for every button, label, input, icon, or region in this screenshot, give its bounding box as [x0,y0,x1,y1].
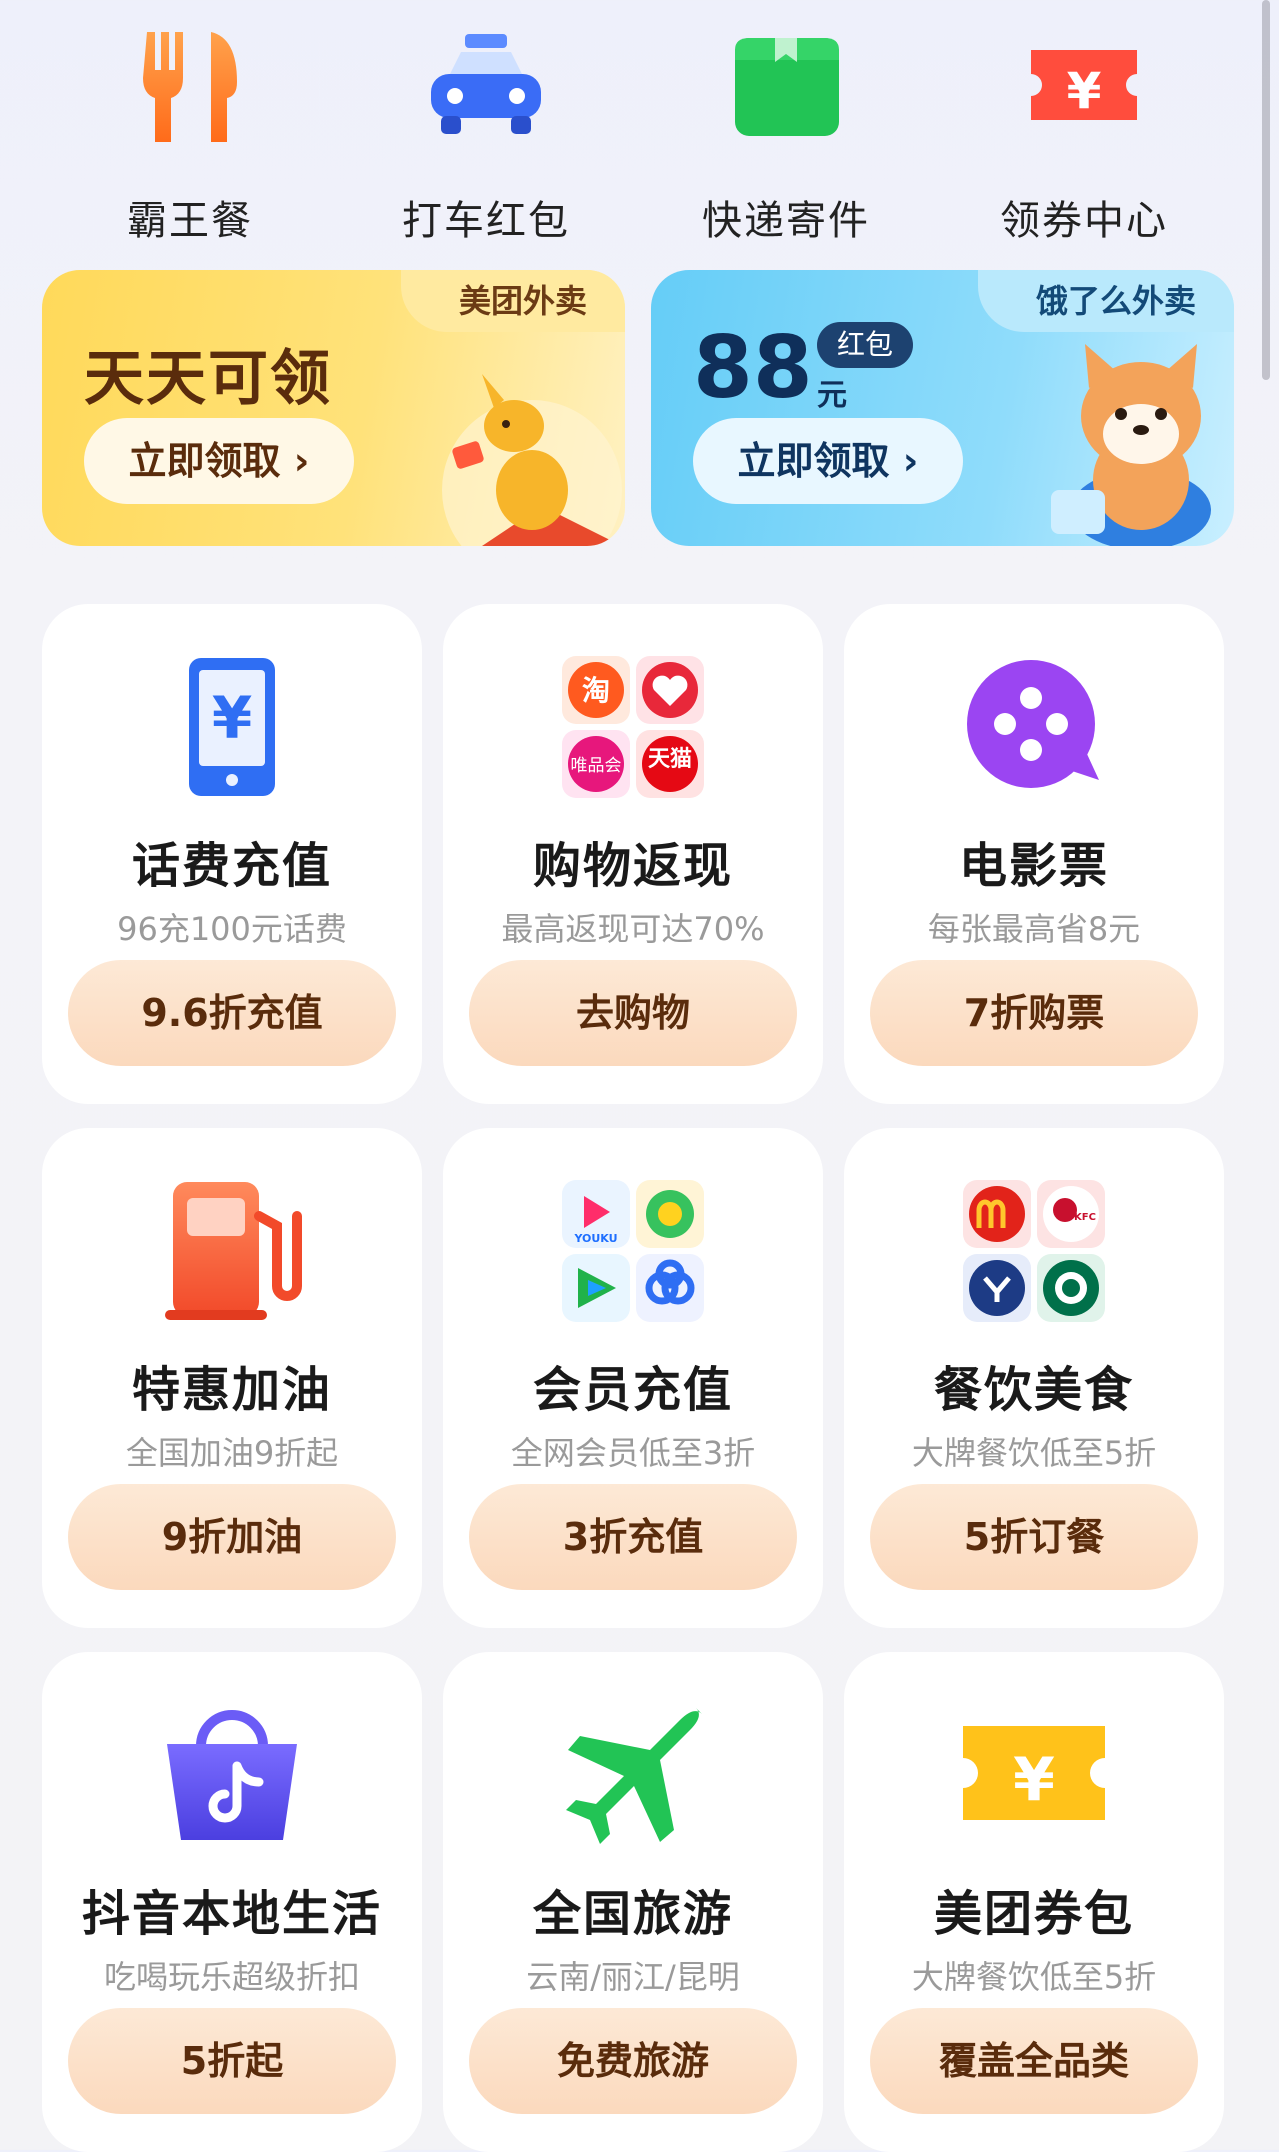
video-apps-icon: YOUKU [558,1176,708,1326]
svg-text:¥: ¥ [1067,62,1102,120]
redpacket-amount: 88 [693,318,813,418]
card-subtitle: 云南/丽江/昆明 [526,1958,740,1996]
card-title: 电影票 [958,838,1109,894]
quick-entry-row: 霸王餐 打车红包 快递寄件 ¥ 领券中心 [0,0,1279,250]
card-title: 购物返现 [532,838,733,894]
card-action-button[interactable]: 覆盖全品类 [870,2008,1198,2114]
quick-entry-express[interactable]: 快递寄件 [676,20,896,244]
taxi-icon [421,20,551,150]
card-action-button[interactable]: 3折充值 [469,1484,797,1590]
redpacket-badge: 红包 [817,322,913,368]
card-fuel-discount[interactable]: 特惠加油 全国加油9折起 9折加油 [42,1128,422,1628]
card-action-button[interactable]: 7折购票 [870,960,1198,1066]
card-douyin-local[interactable]: 抖音本地生活 吃喝玩乐超级折扣 5折起 [42,1652,422,2152]
card-action-button[interactable]: 去购物 [469,960,797,1066]
card-title: 抖音本地生活 [81,1886,382,1942]
eleme-banner[interactable]: 饿了么外卖 88 红包 元 立即领取 › [651,270,1234,546]
quick-entry-label: 领券中心 [1000,198,1168,244]
phone-yuan-icon: ¥ [157,652,307,802]
airplane-icon [558,1700,708,1850]
douyin-basket-icon [157,1700,307,1850]
quick-entry-label: 霸王餐 [127,198,253,244]
card-title: 特惠加油 [131,1362,332,1418]
svg-text:¥: ¥ [212,684,252,752]
card-action-button[interactable]: 9.6折充值 [68,960,396,1066]
card-shopping-cashback[interactable]: 淘 唯品会 天猫 购物返现 最高返现可达70% 去购物 [443,604,823,1104]
kfc-label: KFC [1074,1212,1096,1223]
yuan-coupon-icon: ¥ [1019,20,1149,150]
claim-button[interactable]: 立即领取 › [693,418,963,504]
card-action-button[interactable]: 5折订餐 [870,1484,1198,1590]
card-subtitle: 大牌餐饮低至5折 [911,1434,1157,1472]
amount-unit: 元 [817,378,847,413]
card-title: 会员充值 [532,1362,733,1418]
tmall-label: 天猫 [648,747,692,772]
card-action-button[interactable]: 5折起 [68,2008,396,2114]
quick-entry-label: 快递寄件 [702,198,870,244]
banner-title: 天天可领 [84,344,332,414]
banner-tag: 饿了么外卖 [977,270,1234,332]
card-action-button[interactable]: 9折加油 [68,1484,396,1590]
card-title: 全国旅游 [532,1886,733,1942]
card-subtitle: 大牌餐饮低至5折 [911,1958,1157,1996]
taobao-label: 淘 [582,674,610,707]
card-movie-ticket[interactable]: 电影票 每张最高省8元 7折购票 [844,604,1224,1104]
vip-label: 唯品会 [571,756,622,776]
shopping-apps-icon: 淘 唯品会 天猫 [558,652,708,802]
restaurant-brands-icon: KFC [959,1176,1109,1326]
svg-text:¥: ¥ [1013,1745,1055,1815]
card-subtitle: 全国加油9折起 [125,1434,339,1472]
banner-tag: 美团外卖 [400,270,625,332]
card-title: 餐饮美食 [933,1362,1134,1418]
card-subtitle: 最高返现可达70% [501,910,765,948]
claim-button[interactable]: 立即领取 › [84,418,354,504]
meituan-banner[interactable]: 美团外卖 天天可领 立即领取 › [42,270,625,546]
film-reel-icon [959,652,1109,802]
quick-entry-coupon-center[interactable]: ¥ 领券中心 [974,20,1194,244]
quick-entry-taxi[interactable]: 打车红包 [376,20,596,244]
fork-knife-icon [125,20,255,150]
card-subtitle: 每张最高省8元 [927,910,1141,948]
card-action-button[interactable]: 免费旅游 [469,2008,797,2114]
gas-pump-icon [157,1176,307,1326]
yuan-ticket-icon: ¥ [959,1700,1109,1850]
kangaroo-mascot-icon [442,374,622,546]
card-phone-recharge[interactable]: ¥ 话费充值 96充100元话费 9.6折充值 [42,604,422,1104]
package-icon [721,20,851,150]
card-subtitle: 96充100元话费 [117,910,347,948]
youku-label: YOUKU [573,1232,617,1245]
card-title: 话费充值 [131,838,332,894]
card-membership-recharge[interactable]: YOUKU 会员充值 全网会员低至3折 3折充值 [443,1128,823,1628]
shiba-mascot-icon [1051,344,1211,546]
card-national-travel[interactable]: 全国旅游 云南/丽江/昆明 免费旅游 [443,1652,823,2152]
card-subtitle: 全网会员低至3折 [510,1434,756,1472]
card-subtitle: 吃喝玩乐超级折扣 [103,1958,360,1996]
quick-entry-bawangcan[interactable]: 霸王餐 [80,20,300,244]
card-title: 美团券包 [933,1886,1134,1942]
quick-entry-label: 打车红包 [402,198,570,244]
card-meituan-coupon-pack[interactable]: ¥ 美团券包 大牌餐饮低至5折 覆盖全品类 [844,1652,1224,2152]
card-dining-food[interactable]: KFC 餐饮美食 大牌餐饮低至5折 5折订餐 [844,1128,1224,1628]
